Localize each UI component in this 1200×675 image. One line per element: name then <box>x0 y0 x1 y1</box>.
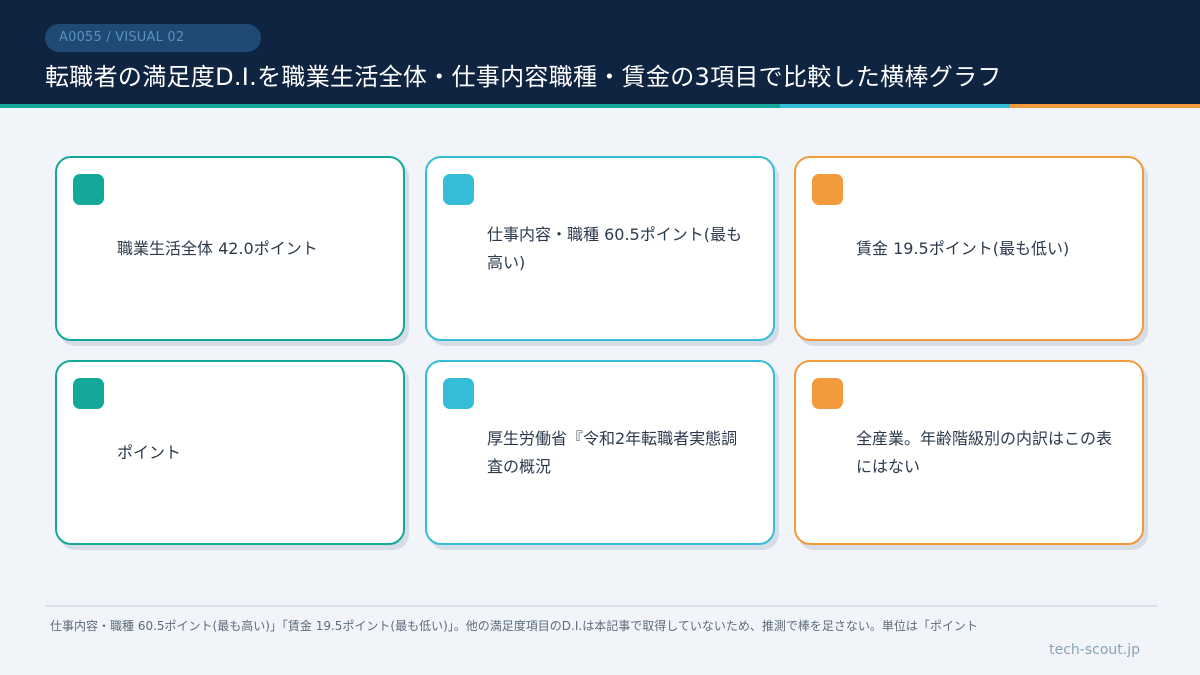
accent-bar-teal <box>0 104 780 108</box>
card-overall-life: 職業生活全体 42.0ポイント <box>55 156 405 341</box>
footnote: 仕事内容・職種 60.5ポイント(最も高い)」「賃金 19.5ポイント(最も低い… <box>50 619 978 633</box>
card-job-content: 仕事内容・職種 60.5ポイント(最も高い) <box>425 156 775 341</box>
page-title: 転職者の満足度D.I.を職業生活全体・仕事内容職種・賃金の3項目で比較した横棒グ… <box>45 63 1002 91</box>
card-text: 職業生活全体 42.0ポイント <box>117 238 318 258</box>
card-unit: ポイント <box>55 360 405 545</box>
card-text: 仕事内容・職種 60.5ポイント(最も高い) <box>487 224 742 272</box>
card-text: 全産業。年齢階級別の内訳はこの表にはない <box>856 428 1113 476</box>
card-marker-icon <box>812 378 843 409</box>
card-text: 賃金 19.5ポイント(最も低い) <box>856 238 1070 258</box>
slide-id-badge: A0055 / VISUAL 02 <box>45 24 261 52</box>
card-source: 厚生労働省『令和2年転職者実態調査の概況 <box>425 360 775 545</box>
accent-bar-cyan <box>780 104 1010 108</box>
card-marker-icon <box>443 174 474 205</box>
footer-divider <box>45 605 1157 607</box>
card-text: 厚生労働省『令和2年転職者実態調査の概況 <box>487 428 738 476</box>
card-marker-icon <box>73 378 104 409</box>
card-marker-icon <box>443 378 474 409</box>
site-credit: tech-scout.jp <box>1049 642 1140 658</box>
card-wages: 賃金 19.5ポイント(最も低い) <box>794 156 1144 341</box>
card-text: ポイント <box>117 442 182 462</box>
header-bar: A0055 / VISUAL 02 転職者の満足度D.I.を職業生活全体・仕事内… <box>0 0 1200 104</box>
card-marker-icon <box>73 174 104 205</box>
card-scope-note: 全産業。年齢階級別の内訳はこの表にはない <box>794 360 1144 545</box>
card-marker-icon <box>812 174 843 205</box>
accent-bar-orange <box>1010 104 1200 108</box>
